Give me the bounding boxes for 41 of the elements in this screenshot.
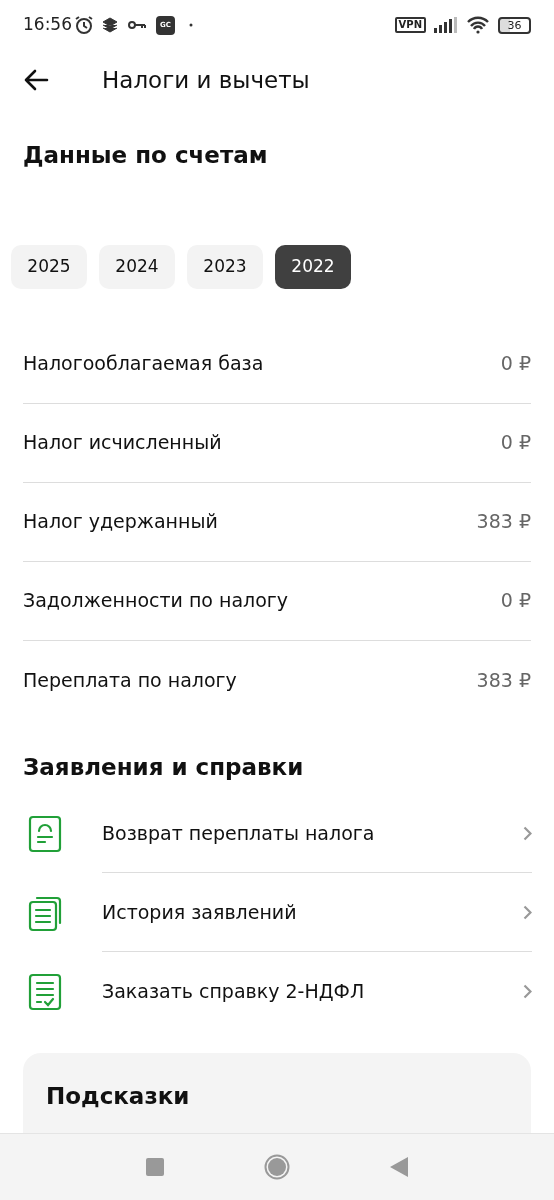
- row-value: 0 ₽: [500, 430, 531, 456]
- row-value: 0 ₽: [500, 588, 531, 614]
- item-label: Заказать справку 2-НДФЛ: [102, 979, 365, 1005]
- vpn-badge: VPN: [394, 17, 426, 33]
- key-icon: [128, 20, 146, 30]
- item-label: История заявлений: [102, 899, 297, 925]
- tips-title: Подсказки: [46, 1083, 190, 1109]
- chevron-right-icon: [523, 904, 532, 920]
- chevron-right-icon: [523, 984, 532, 999]
- section-title: Заявления и справки: [23, 753, 304, 780]
- row-value: 0 ₽: [500, 351, 531, 377]
- year-tab[interactable]: 2025: [11, 244, 87, 289]
- year-tab[interactable]: 2022: [275, 244, 351, 289]
- back-button[interactable]: [390, 1157, 408, 1177]
- row-label: Налогооблагаемая база: [23, 351, 264, 377]
- document-icon: [28, 814, 62, 853]
- row-label: Переплата по налогу: [23, 667, 237, 693]
- row-label: Задолженности по налогу: [23, 588, 289, 614]
- year-tab[interactable]: 2024: [99, 244, 175, 289]
- dot-icon: [189, 23, 193, 27]
- section-title: Данные по счетам: [23, 142, 268, 168]
- clock: 16:56: [23, 13, 72, 37]
- wifi-icon: [466, 16, 490, 34]
- row-label: Налог исчисленный: [23, 430, 222, 456]
- layers-icon: [102, 17, 118, 33]
- statement-item[interactable]: Возврат переплаты налога: [0, 794, 554, 873]
- signal-icon: [434, 17, 458, 33]
- statement-item[interactable]: Заказать справку 2-НДФЛ: [0, 952, 554, 1031]
- year-tab[interactable]: 2023: [187, 244, 263, 289]
- document-check-icon: [28, 972, 62, 1011]
- battery-indicator: 36: [498, 16, 531, 34]
- chevron-right-icon: [523, 825, 532, 841]
- row-value: 383 ₽: [476, 667, 531, 693]
- row-label: Налог удержанный: [23, 509, 218, 535]
- back-arrow-icon[interactable]: [23, 69, 49, 91]
- statement-item[interactable]: История заявлений: [0, 873, 554, 952]
- row-value: 383 ₽: [476, 509, 531, 535]
- page-title: Налоги и вычеты: [102, 65, 310, 95]
- alarm-icon: [74, 15, 94, 35]
- home-button[interactable]: [264, 1154, 290, 1180]
- item-label: Возврат переплаты налога: [102, 820, 375, 846]
